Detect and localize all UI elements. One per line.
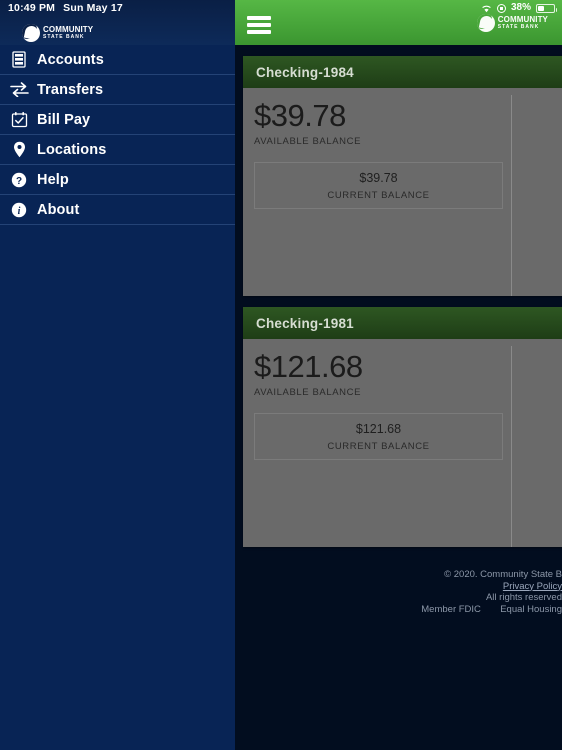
- accounts-content: Checking-1984 $39.78 AVAILABLE BALANCE $…: [235, 45, 562, 750]
- battery-icon: [536, 4, 557, 13]
- current-balance-box: $39.78 CURRENT BALANCE: [254, 162, 503, 209]
- status-bar: 10:49 PM Sun May 17 38%: [0, 0, 562, 16]
- account-balance-column: $39.78 AVAILABLE BALANCE $39.78 CURRENT …: [243, 88, 511, 296]
- transfer-arrows-icon: [8, 80, 30, 100]
- current-balance-box: $121.68 CURRENT BALANCE: [254, 413, 503, 460]
- status-time: 10:49 PM: [8, 2, 56, 14]
- footer-membership: Member FDIC Equal Housing: [235, 604, 562, 616]
- account-card[interactable]: Checking-1984 $39.78 AVAILABLE BALANCE $…: [243, 56, 562, 296]
- sidebar-item-help[interactable]: ? Help: [0, 165, 235, 195]
- current-balance-amount: $121.68: [355, 421, 402, 436]
- status-bar-right: 38%: [481, 2, 557, 13]
- battery-percent: 38%: [510, 2, 531, 13]
- logo-wordmark: COMMUNITY STATE BANK: [498, 16, 548, 30]
- account-card[interactable]: Checking-1981 $121.68 AVAILABLE BALANCE …: [243, 307, 562, 547]
- footer-copyright: © 2020. Community State B: [444, 569, 562, 580]
- status-bar-left: 10:49 PM Sun May 17: [8, 2, 123, 14]
- account-card-body: $39.78 AVAILABLE BALANCE $39.78 CURRENT …: [243, 88, 562, 296]
- page-footer: © 2020. Community State B Privacy Policy…: [235, 569, 562, 615]
- sidebar-item-label: About: [37, 201, 80, 218]
- sidebar-item-label: Bill Pay: [37, 111, 91, 128]
- logo-swoosh-icon: [22, 24, 40, 42]
- account-card-body: $121.68 AVAILABLE BALANCE $121.68 CURREN…: [243, 339, 562, 547]
- logo-line-1: COMMUNITY: [43, 25, 94, 34]
- account-title: Checking-1981: [256, 315, 354, 331]
- calendar-check-icon: [8, 110, 30, 130]
- svg-text:i: i: [18, 206, 21, 217]
- hamburger-icon[interactable]: [247, 16, 271, 34]
- available-balance-label: AVAILABLE BALANCE: [254, 136, 362, 147]
- sidebar-item-transfers[interactable]: Transfers: [0, 75, 235, 105]
- available-balance-amount: $121.68: [254, 349, 363, 384]
- available-balance-amount: $39.78: [254, 98, 346, 133]
- map-pin-icon: [8, 140, 30, 160]
- account-balance-column: $121.68 AVAILABLE BALANCE $121.68 CURREN…: [243, 339, 511, 547]
- footer-fdic: Member FDIC: [421, 603, 481, 615]
- svg-text:?: ?: [16, 176, 22, 187]
- logo-line-2: STATE BANK: [43, 34, 85, 40]
- question-circle-icon: ?: [8, 170, 30, 190]
- account-detail-column: [511, 95, 562, 296]
- footer-equal-housing: Equal Housing: [500, 603, 562, 615]
- logo-wordmark: COMMUNITY STATE BANK: [43, 26, 93, 40]
- account-card-header: Checking-1981: [243, 307, 562, 339]
- info-circle-icon: i: [8, 200, 30, 220]
- rotation-lock-icon: [496, 4, 506, 13]
- sidebar-item-label: Help: [37, 171, 69, 188]
- sidebar-item-label: Locations: [37, 141, 107, 158]
- status-date: Sun May 17: [63, 2, 123, 14]
- account-detail-column: [511, 346, 562, 547]
- current-balance-label: CURRENT BALANCE: [327, 440, 430, 452]
- wifi-icon: [481, 4, 492, 13]
- logo-line-2: STATE BANK: [497, 24, 540, 30]
- sidebar-item-accounts[interactable]: Accounts: [0, 45, 235, 75]
- bank-drawer-icon: [8, 50, 30, 70]
- sidebar-item-label: Transfers: [37, 81, 104, 98]
- current-balance-label: CURRENT BALANCE: [327, 189, 430, 201]
- navigation-drawer: COMMUNITY STATE BANK Accounts Transfers: [0, 0, 235, 750]
- drawer-brand-logo: COMMUNITY STATE BANK: [22, 24, 93, 42]
- footer-rights: All rights reserved: [485, 592, 562, 603]
- available-balance-label: AVAILABLE BALANCE: [254, 387, 362, 398]
- appbar-brand-logo: COMMUNITY STATE BANK: [476, 14, 548, 32]
- sidebar-item-label: Accounts: [37, 51, 104, 68]
- account-title: Checking-1984: [256, 64, 354, 80]
- footer-privacy-row: Privacy Policy: [235, 581, 562, 593]
- sidebar-item-about[interactable]: i About: [0, 195, 235, 225]
- sidebar-item-bill-pay[interactable]: Bill Pay: [0, 105, 235, 135]
- account-card-header: Checking-1984: [243, 56, 562, 88]
- privacy-policy-link[interactable]: Privacy Policy: [503, 581, 562, 592]
- current-balance-amount: $39.78: [359, 170, 398, 185]
- logo-swoosh-icon: [476, 14, 495, 32]
- logo-line-1: COMMUNITY: [497, 15, 548, 24]
- sidebar-item-locations[interactable]: Locations: [0, 135, 235, 165]
